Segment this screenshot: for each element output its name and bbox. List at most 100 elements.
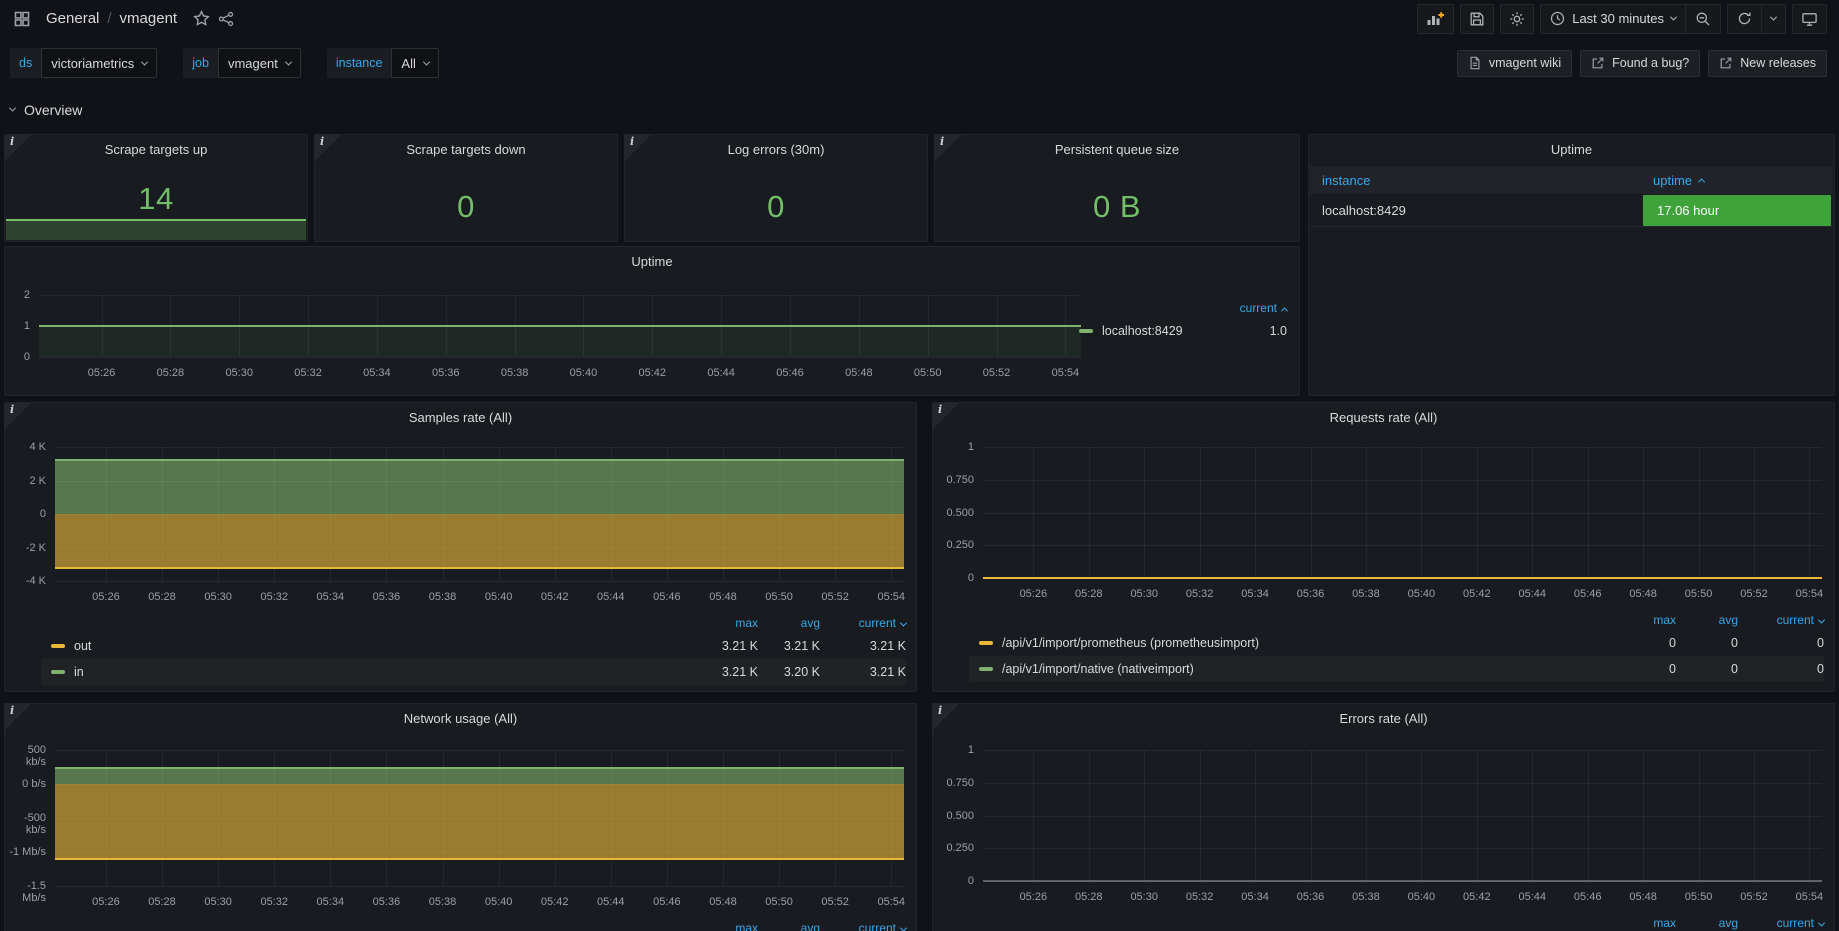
cycle-view-mode-button[interactable] <box>1792 4 1827 34</box>
panel-add-button[interactable] <box>1417 4 1454 34</box>
legend-sort-max[interactable]: max <box>688 921 758 931</box>
panel-info-icon[interactable]: i <box>625 135 651 161</box>
legend-sort-current[interactable]: current <box>820 921 906 931</box>
legend-series-name[interactable]: localhost:8429 <box>1079 324 1243 338</box>
row-toggle-overview[interactable]: Overview <box>10 98 82 122</box>
variable-instance-select[interactable]: All <box>391 48 438 78</box>
legend-sort-avg[interactable]: avg <box>758 616 820 630</box>
legend-value: 0 <box>1676 636 1738 650</box>
refresh-interval-dropdown[interactable] <box>1761 5 1785 33</box>
y-axis-tick-label: 0.500 <box>933 507 974 519</box>
series-line-localhost-8429 <box>39 325 1081 327</box>
panel-info-icon[interactable]: i <box>933 704 959 730</box>
panel-title[interactable]: Log errors (30m) <box>625 135 927 157</box>
y-axis-tick-label: -1 Mb/s <box>5 846 46 858</box>
panel-title[interactable]: Network usage (All) <box>5 704 916 726</box>
sort-asc-icon <box>1698 178 1705 185</box>
y-axis-tick-label: 0.500 <box>933 810 974 822</box>
x-axis-tick-label: 05:34 <box>317 896 345 908</box>
panel-title[interactable]: Scrape targets up <box>5 135 307 157</box>
series-line-in <box>55 767 904 769</box>
legend-value: 0 <box>1676 662 1738 676</box>
chevron-down-icon <box>9 104 16 111</box>
legend-sort-current[interactable]: current <box>1738 613 1824 627</box>
panel-title[interactable]: Samples rate (All) <box>5 403 916 425</box>
x-axis-tick-label: 05:30 <box>225 367 253 379</box>
save-dashboard-button[interactable] <box>1460 4 1494 34</box>
chart-plot-area[interactable] <box>983 750 1822 881</box>
legend-series-name[interactable]: /api/v1/import/native (nativeimport) <box>979 662 1606 676</box>
y-axis-tick-label: 4 K <box>5 441 46 453</box>
link-label: Found a bug? <box>1612 56 1689 70</box>
chart-plot-area[interactable] <box>55 447 904 581</box>
panel-title[interactable]: Uptime <box>1309 135 1834 157</box>
variable-instance-label: instance <box>327 48 392 78</box>
panel-title[interactable]: Persistent queue size <box>935 135 1299 157</box>
x-axis-tick-label: 05:54 <box>1796 891 1824 903</box>
y-axis-tick-label: 0.750 <box>933 777 974 789</box>
legend-sort-max[interactable]: max <box>1606 613 1676 627</box>
panel-info-icon[interactable]: i <box>315 135 341 161</box>
table-column-uptime[interactable]: uptime <box>1653 173 1704 188</box>
breadcrumb-dashboard[interactable]: vmagent <box>120 10 178 27</box>
panel-info-icon[interactable]: i <box>933 403 959 429</box>
legend-sort-current[interactable]: current <box>1240 301 1287 315</box>
legend-series-name[interactable]: in <box>51 665 688 679</box>
legend-value: 3.20 K <box>758 665 820 679</box>
variable-job-label: job <box>183 48 218 78</box>
variable-instance: instance All <box>327 48 439 78</box>
panel-info-icon[interactable]: i <box>5 704 31 730</box>
dashboard-settings-button[interactable] <box>1500 4 1534 34</box>
legend-series-name[interactable]: /api/v1/import/prometheus (prometheusimp… <box>979 636 1606 650</box>
chevron-down-icon <box>285 58 292 65</box>
time-range-picker[interactable]: Last 30 minutes <box>1541 5 1685 33</box>
y-axis-tick-label: 0 <box>5 351 30 363</box>
legend-sort-avg[interactable]: avg <box>758 921 820 931</box>
x-axis-tick-label: 05:30 <box>204 591 232 603</box>
x-axis-tick-label: 05:32 <box>1186 891 1214 903</box>
x-axis-tick-label: 05:32 <box>260 896 288 908</box>
series-fill-out <box>55 514 904 568</box>
table-column-instance[interactable]: instance <box>1310 173 1370 188</box>
panel-title[interactable]: Requests rate (All) <box>933 403 1834 425</box>
y-axis-tick-label: 0 b/s <box>5 778 46 790</box>
chart-plot-area[interactable] <box>983 447 1822 578</box>
share-dashboard-button[interactable] <box>218 11 234 27</box>
save-icon <box>1469 11 1485 27</box>
variable-ds-select[interactable]: victoriametrics <box>41 48 157 78</box>
legend-series-name[interactable]: out <box>51 639 688 653</box>
chart-plot-area[interactable] <box>39 295 1081 357</box>
x-axis-tick-label: 05:52 <box>983 367 1011 379</box>
breadcrumb-separator: / <box>107 10 111 27</box>
variable-job-select[interactable]: vmagent <box>218 48 301 78</box>
legend-sort-current[interactable]: current <box>820 616 906 630</box>
external-link-icon <box>1719 56 1733 70</box>
x-axis-tick-label: 05:46 <box>776 367 804 379</box>
link-found-a-bug[interactable]: Found a bug? <box>1580 50 1700 77</box>
legend-sort-max[interactable]: max <box>1606 916 1676 930</box>
breadcrumb-folder[interactable]: General <box>46 10 99 27</box>
link-vmagent-wiki[interactable]: vmagent wiki <box>1457 50 1572 77</box>
panel-title[interactable]: Uptime <box>5 247 1299 269</box>
panel-info-icon[interactable]: i <box>935 135 961 161</box>
legend-sort-max[interactable]: max <box>688 616 758 630</box>
legend-sort-avg[interactable]: avg <box>1676 916 1738 930</box>
legend-sort-avg[interactable]: avg <box>1676 613 1738 627</box>
legend-sort-current[interactable]: current <box>1738 916 1824 930</box>
x-axis-tick-label: 05:38 <box>429 591 457 603</box>
zoom-out-button[interactable] <box>1685 5 1720 33</box>
panel-title[interactable]: Errors rate (All) <box>933 704 1834 726</box>
panel-info-icon[interactable]: i <box>5 403 31 429</box>
panel-info-icon[interactable]: i <box>5 135 31 161</box>
panel-samples-rate: i Samples rate (All) 4 K2 K0-2 K-4 K05:2… <box>4 402 917 692</box>
refresh-button[interactable] <box>1728 5 1761 33</box>
chart-legend: maxavgcurrent <box>969 913 1824 931</box>
refresh-icon <box>1737 11 1752 26</box>
table-row[interactable]: localhost:8429 17.06 hour <box>1310 194 1833 227</box>
panel-title[interactable]: Scrape targets down <box>315 135 617 157</box>
star-dashboard-button[interactable] <box>193 10 210 27</box>
x-axis-tick-label: 05:50 <box>1685 891 1713 903</box>
apps-grid-icon[interactable] <box>12 4 32 34</box>
link-new-releases[interactable]: New releases <box>1708 50 1827 77</box>
chart-plot-area[interactable] <box>55 750 904 886</box>
